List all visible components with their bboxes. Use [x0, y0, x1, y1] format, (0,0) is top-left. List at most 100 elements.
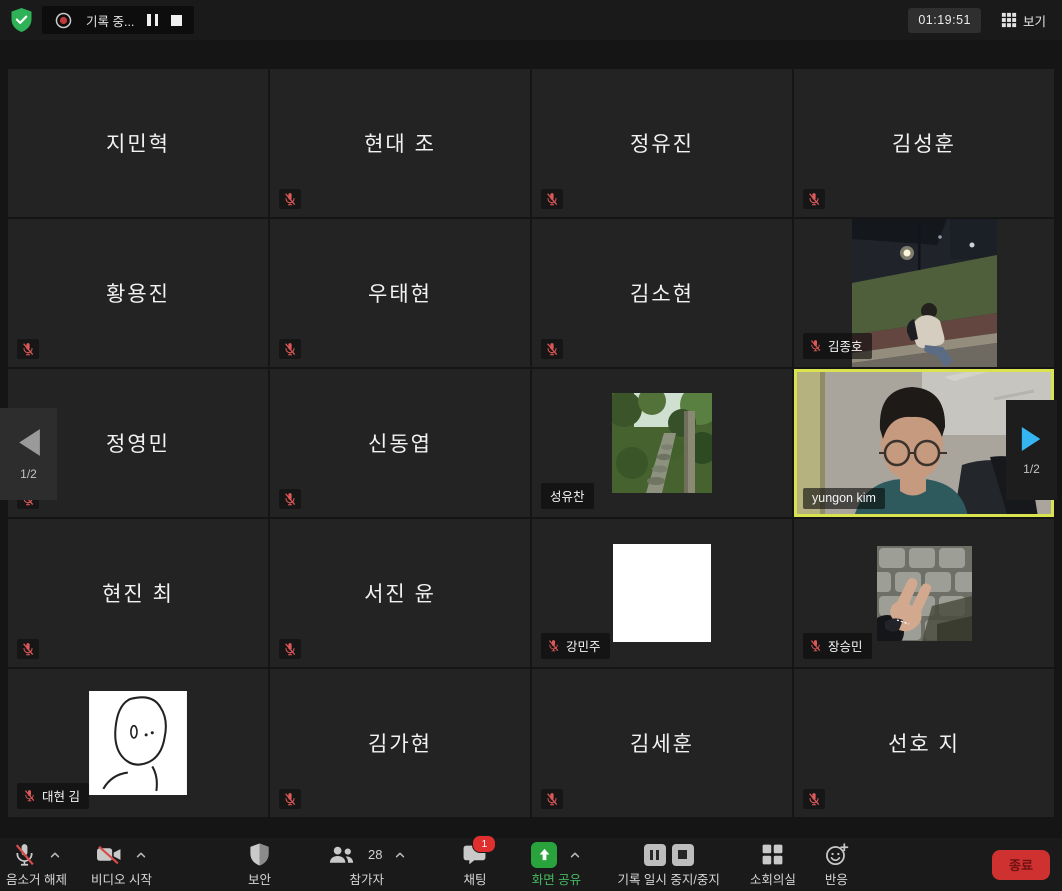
- participant-name-chip: 강민주: [541, 633, 610, 659]
- toolbar-chat-button[interactable]: 1 채팅: [462, 841, 487, 888]
- view-button[interactable]: 보기: [995, 10, 1052, 31]
- participant-name-chip: yungon kim: [803, 488, 885, 509]
- zoom-meeting-window: 기록 중... 01:19:51 보기 지민혁현대 조정유진김성훈황용진우태현김…: [0, 0, 1062, 891]
- green-shield-check-icon: [9, 7, 34, 33]
- participant-tile-15[interactable]: 강민주: [532, 519, 792, 667]
- participant-tile-6[interactable]: 우태현: [270, 219, 530, 367]
- participant-tile-13[interactable]: 현진 최: [8, 519, 268, 667]
- toolbar-breakout-rooms-button[interactable]: 소회의실: [750, 841, 796, 888]
- toolbar-start-video-label: 비디오 시작: [91, 869, 152, 888]
- participant-tile-7[interactable]: 김소현: [532, 219, 792, 367]
- participant-tile-3[interactable]: 정유진: [532, 69, 792, 217]
- recording-stop-button[interactable]: [171, 15, 182, 26]
- chevron-up-icon[interactable]: [135, 849, 147, 861]
- profile-photo-hand: [877, 546, 972, 641]
- participant-tile-17[interactable]: 대현 김: [8, 669, 268, 817]
- grid-view-icon: [1001, 12, 1017, 28]
- doodle-avatar: [89, 691, 187, 795]
- muted-mic-icon: [807, 792, 821, 806]
- toolbar-unmute-button[interactable]: 음소거 해제: [6, 841, 67, 888]
- participant-name-chip: 김종호: [803, 333, 872, 359]
- participant-name: 황용진: [8, 219, 268, 367]
- meeting-security-shield-button[interactable]: [6, 5, 36, 35]
- muted-mic-icon: [283, 792, 297, 806]
- muted-mic-icon: [283, 342, 297, 356]
- top-bar: 기록 중... 01:19:51 보기: [0, 0, 1062, 40]
- participant-name: 김세훈: [532, 669, 792, 817]
- toolbar-reactions-label: 반응: [825, 869, 848, 888]
- mute-indicator: [541, 789, 563, 809]
- toolbar-record-controls-button[interactable]: 기록 일시 중지/중지: [617, 841, 719, 888]
- muted-mic-icon: [545, 192, 559, 206]
- participant-tile-5[interactable]: 황용진: [8, 219, 268, 367]
- toolbar-unmute-label: 음소거 해제: [6, 869, 67, 888]
- participant-name: 현대 조: [270, 69, 530, 217]
- participant-tile-19[interactable]: 김세훈: [532, 669, 792, 817]
- recording-indicator: 기록 중...: [42, 6, 194, 34]
- participant-tile-16[interactable]: 장승민: [794, 519, 1054, 667]
- toolbar-security-label: 보안: [248, 869, 271, 888]
- mute-indicator: [803, 789, 825, 809]
- view-button-label: 보기: [1023, 11, 1046, 30]
- participant-name: 우태현: [270, 219, 530, 367]
- recording-label: 기록 중...: [86, 11, 134, 30]
- participant-tile-10[interactable]: 신동엽: [270, 369, 530, 517]
- chevron-up-icon[interactable]: [49, 849, 61, 861]
- muted-mic-icon: [21, 342, 35, 356]
- next-page-button[interactable]: 1/2: [1006, 400, 1057, 500]
- mute-indicator: [17, 639, 39, 659]
- breakout-rooms-icon: [760, 842, 785, 867]
- recording-pause-button[interactable]: [147, 14, 158, 26]
- mute-indicator: [17, 339, 39, 359]
- chevron-up-icon[interactable]: [394, 849, 406, 861]
- participant-tile-2[interactable]: 현대 조: [270, 69, 530, 217]
- mute-indicator: [279, 189, 301, 209]
- toolbar-reactions-button[interactable]: 반응: [824, 841, 849, 888]
- chevron-up-icon[interactable]: [569, 849, 581, 861]
- toolbar-breakout-rooms-label: 소회의실: [750, 869, 796, 888]
- participant-name: 김가현: [270, 669, 530, 817]
- record-icon: [54, 11, 73, 30]
- muted-mic-icon: [23, 789, 36, 802]
- participant-tile-11[interactable]: 성유찬: [532, 369, 792, 517]
- stop-recording-icon[interactable]: [672, 844, 694, 866]
- participant-tile-14[interactable]: 서진 윤: [270, 519, 530, 667]
- profile-photo-night: [852, 219, 997, 367]
- participant-name: 서진 윤: [270, 519, 530, 667]
- participant-tile-18[interactable]: 김가현: [270, 669, 530, 817]
- muted-mic-icon: [809, 339, 822, 352]
- pause-recording-icon[interactable]: [644, 844, 666, 866]
- participants-icon: [327, 843, 356, 867]
- prev-page-button[interactable]: 1/2: [0, 408, 57, 500]
- toolbar-start-video-button[interactable]: 비디오 시작: [91, 841, 152, 888]
- muted-mic-icon: [547, 639, 560, 652]
- mute-indicator: [279, 639, 301, 659]
- mute-indicator: [279, 789, 301, 809]
- participant-name: 지민혁: [8, 69, 268, 217]
- participant-tile-1[interactable]: 지민혁: [8, 69, 268, 217]
- chat-unread-badge: 1: [472, 835, 496, 853]
- mute-indicator: [803, 189, 825, 209]
- participant-name-chip: 대현 김: [17, 783, 89, 809]
- left-arrow-icon: [15, 427, 42, 458]
- page-indicator: 1/2: [1023, 462, 1040, 476]
- reactions-icon: [824, 842, 849, 867]
- toolbar-security-button[interactable]: 보안: [248, 841, 271, 888]
- participant-name: yungon kim: [812, 491, 876, 505]
- participant-name: 성유찬: [550, 486, 585, 505]
- participant-name: 장승민: [828, 636, 863, 655]
- right-arrow-icon: [1020, 425, 1044, 453]
- blank-avatar: [613, 544, 711, 642]
- toolbar-record-controls-label: 기록 일시 중지/중지: [617, 869, 719, 888]
- end-meeting-button[interactable]: 종료: [992, 850, 1050, 880]
- participant-grid: 지민혁현대 조정유진김성훈황용진우태현김소현 김종호정영민신동엽 성유찬 yun…: [8, 69, 1054, 817]
- participant-name: 신동엽: [270, 369, 530, 517]
- toolbar-participants-button[interactable]: 28 참가자: [327, 841, 406, 888]
- participant-tile-4[interactable]: 김성훈: [794, 69, 1054, 217]
- participant-tile-20[interactable]: 선호 지: [794, 669, 1054, 817]
- participant-name: 강민주: [566, 636, 601, 655]
- muted-mic-icon: [283, 192, 297, 206]
- participant-name: 현진 최: [8, 519, 268, 667]
- toolbar-share-screen-button[interactable]: 화면 공유: [531, 841, 581, 888]
- participant-tile-8[interactable]: 김종호: [794, 219, 1054, 367]
